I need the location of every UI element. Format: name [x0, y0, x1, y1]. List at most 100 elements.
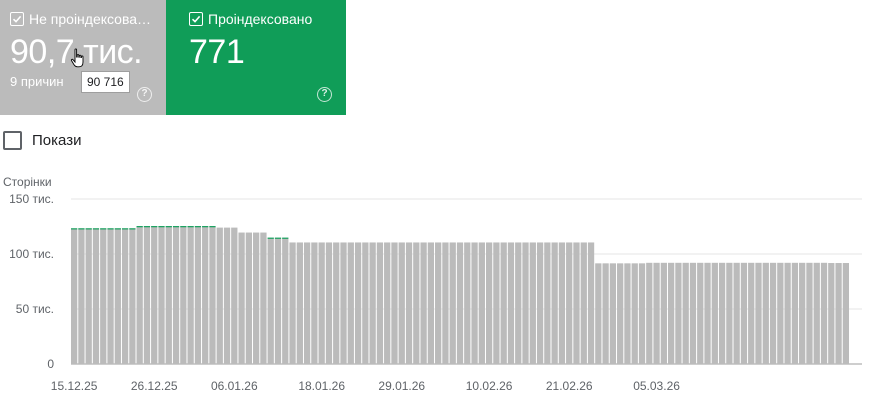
bar-not-indexed [667, 262, 675, 364]
bar-indexed [107, 228, 114, 230]
bar-not-indexed [485, 242, 493, 364]
bar-not-indexed [777, 262, 784, 364]
bar-not-indexed [114, 229, 121, 364]
bar-not-indexed [558, 242, 566, 364]
x-tick-label: 06.01.26 [211, 379, 258, 393]
bar-not-indexed [828, 263, 835, 364]
bar-indexed [165, 226, 172, 228]
y-tick-label: 50 тис. [16, 302, 54, 316]
bar-not-indexed [682, 262, 689, 364]
bar-not-indexed [158, 227, 165, 364]
bar-indexed [274, 237, 282, 239]
bar-not-indexed [369, 242, 376, 364]
help-icon[interactable]: ? [137, 87, 152, 102]
bar-indexed [78, 228, 85, 230]
bar-not-indexed [515, 242, 522, 364]
checkbox-checked-icon[interactable] [10, 12, 24, 26]
bar-not-indexed [675, 262, 682, 364]
impressions-toggle[interactable]: Покази [3, 131, 81, 150]
bar-not-indexed [653, 262, 660, 364]
value-tooltip: 90 716 [81, 71, 130, 93]
bar-indexed [92, 228, 100, 230]
indexed-card[interactable]: Проіндексовано 771 ? [166, 0, 346, 115]
bar-indexed [71, 228, 78, 230]
bar-indexed [121, 228, 129, 230]
bar-not-indexed [449, 242, 456, 364]
bar-not-indexed [595, 263, 602, 364]
bar-not-indexed [296, 242, 303, 364]
bar-not-indexed [165, 227, 172, 364]
indexed-label: Проіндексовано [208, 11, 313, 27]
bar-not-indexed [529, 242, 536, 364]
x-tick-label: 29.01.26 [378, 379, 425, 393]
bar-not-indexed [755, 262, 762, 364]
bar-not-indexed [100, 229, 107, 364]
y-tick-label: 100 тис. [9, 247, 54, 261]
bar-not-indexed [260, 232, 267, 364]
bar-not-indexed [391, 242, 398, 364]
bar-not-indexed [151, 227, 158, 364]
impressions-label: Покази [32, 132, 82, 149]
bar-not-indexed [733, 262, 740, 364]
bar-not-indexed [544, 242, 551, 364]
bar-not-indexed [216, 227, 223, 364]
bar-not-indexed [660, 262, 667, 364]
bar-not-indexed [384, 242, 391, 364]
bar-not-indexed [507, 242, 515, 364]
bar-not-indexed [464, 242, 471, 364]
bar-indexed [114, 228, 121, 230]
bar-indexed [267, 237, 274, 239]
bar-indexed [172, 226, 180, 228]
bar-not-indexed [617, 263, 624, 364]
bar-not-indexed [740, 262, 748, 364]
bar-not-indexed [806, 262, 813, 364]
bar-not-indexed [471, 242, 478, 364]
bar-not-indexed [689, 262, 697, 364]
x-tick-label: 15.12.25 [51, 379, 98, 393]
bar-not-indexed [573, 242, 580, 364]
index-coverage-report: Не проіндексова… 90,7 тис. 9 причин ? Пр… [0, 0, 884, 420]
bar-not-indexed [442, 242, 449, 364]
bar-not-indexed [121, 229, 129, 364]
bar-indexed [136, 226, 143, 228]
bar-not-indexed [187, 227, 194, 364]
checkbox-unchecked-icon[interactable] [3, 131, 22, 150]
y-tick-label: 150 тис. [9, 192, 54, 206]
bar-not-indexed [493, 242, 500, 364]
bar-not-indexed [427, 242, 435, 364]
bar-not-indexed [536, 242, 544, 364]
bar-not-indexed [646, 262, 653, 364]
bar-not-indexed [71, 229, 78, 364]
bar-not-indexed [551, 242, 558, 364]
bar-indexed [209, 226, 216, 228]
bar-not-indexed [842, 263, 849, 364]
bar-not-indexed [435, 242, 442, 364]
bar-not-indexed [711, 262, 718, 364]
bar-not-indexed [282, 238, 289, 364]
bar-not-indexed [325, 242, 333, 364]
x-tick-label: 26.12.25 [131, 379, 178, 393]
bar-not-indexed [580, 242, 587, 364]
x-tick-label: 18.01.26 [298, 379, 345, 393]
bar-not-indexed [333, 242, 340, 364]
hand-pointer-icon [70, 48, 84, 68]
help-icon[interactable]: ? [317, 87, 332, 102]
bar-not-indexed [631, 263, 638, 364]
bar-not-indexed [180, 227, 187, 364]
bar-not-indexed [500, 242, 507, 364]
indexed-header: Проіндексовано [189, 11, 312, 27]
bar-indexed [151, 226, 158, 228]
bar-not-indexed [602, 263, 609, 364]
bar-not-indexed [223, 227, 231, 364]
bar-not-indexed [92, 229, 100, 364]
bar-not-indexed [522, 242, 529, 364]
checkbox-checked-icon[interactable] [189, 12, 203, 26]
bar-not-indexed [202, 227, 209, 364]
bar-not-indexed [245, 232, 253, 364]
bar-not-indexed [209, 227, 216, 364]
bar-not-indexed [303, 242, 311, 364]
x-tick-label: 10.02.26 [466, 379, 513, 393]
bar-not-indexed [784, 262, 791, 364]
bar-not-indexed [362, 242, 369, 364]
bar-indexed [129, 228, 136, 230]
